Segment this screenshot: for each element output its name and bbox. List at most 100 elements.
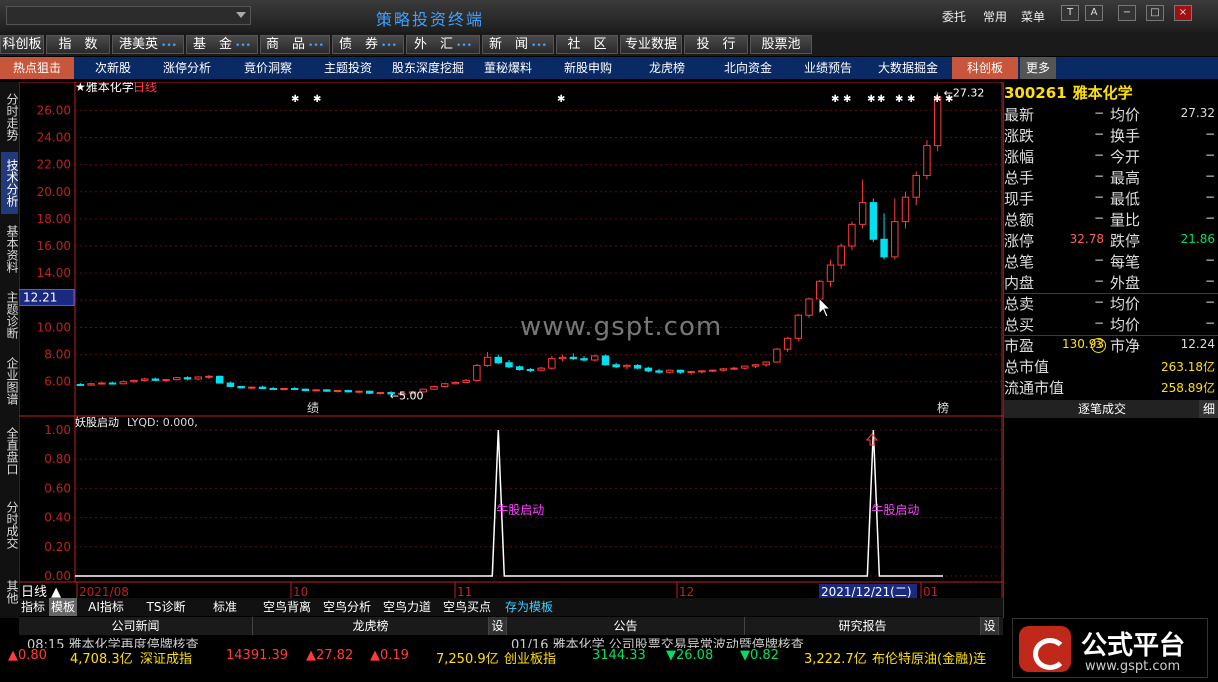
quote-label: 内盘 — [1004, 274, 1035, 292]
quote-label: 总市值 — [1004, 358, 1050, 376]
tab-technical[interactable]: 技术分析 — [1, 152, 19, 214]
candle-body — [258, 386, 267, 390]
tab-other[interactable]: 其他 — [1, 572, 19, 612]
menu-bond[interactable]: 债 券 ••• — [332, 35, 404, 54]
quote-value: 32.78 — [1069, 232, 1104, 246]
chevron-down-icon[interactable] — [236, 12, 246, 18]
feature-bar: 热点狙击 次新股 涨停分析 竟价洞察 主题投资 股东深度挖掘 董秘爆料 新股申购… — [0, 57, 1218, 79]
menu-kcb[interactable]: 科创板 — [0, 35, 44, 54]
tab-ipo[interactable]: 新股申购 — [548, 57, 628, 79]
menu-news[interactable]: 新 闻 ••• — [482, 35, 554, 54]
tab-buy-point[interactable]: 空鸟买点 — [439, 598, 495, 616]
tab-kcb[interactable]: 科创板 — [952, 57, 1018, 79]
star-marker: ✱ — [831, 94, 839, 105]
maximize-icon[interactable]: □ — [1146, 5, 1164, 21]
menu-forex[interactable]: 外 汇 ••• — [406, 35, 480, 54]
tab-strength[interactable]: 空鸟力道 — [379, 598, 435, 616]
tab-ai-indicator[interactable]: AI指标 — [83, 598, 129, 616]
announcement-item[interactable]: 01/16 雅本化学 公司股票交易异常波动暨停牌核查 — [511, 636, 804, 648]
text-icon[interactable]: T — [1061, 5, 1079, 21]
tab-analysis[interactable]: 空鸟分析 — [319, 598, 375, 616]
menu-stock-pool[interactable]: 股票池 — [750, 35, 812, 54]
x-tick-label: 2021/08 — [79, 585, 129, 599]
detail-toggle[interactable]: 细 — [1199, 400, 1218, 418]
chart-area[interactable]: 6.008.0010.0012.0014.0016.0018.0020.0022… — [19, 82, 1003, 600]
tab-ticks[interactable]: 分时成交 — [1, 490, 19, 560]
tick-list-header[interactable]: 逐笔成交 细 — [1004, 400, 1218, 418]
tab-sub-new[interactable]: 次新股 — [78, 57, 148, 79]
tab-limit-up[interactable]: 涨停分析 — [150, 57, 224, 79]
quote-value: − — [1093, 190, 1104, 204]
tab-fundamentals[interactable]: 基本资料 — [1, 218, 19, 280]
quote-label: 总卖 — [1004, 295, 1035, 313]
candle-body — [280, 388, 288, 391]
tab-intraday[interactable]: 分时走势 — [1, 86, 19, 148]
candle-body — [333, 390, 342, 393]
tab-company-news[interactable]: 公司新闻 — [19, 617, 253, 635]
tab-indicator[interactable]: 指标 — [19, 598, 47, 616]
menu-index[interactable]: 指 数 — [46, 35, 110, 54]
tab-bidding[interactable]: 竟价洞察 — [226, 57, 310, 79]
quote-label: 均价 — [1110, 295, 1141, 313]
research-settings-button[interactable]: 设 — [981, 617, 999, 635]
tab-dragon-tiger[interactable]: 龙虎榜 — [630, 57, 704, 79]
candle-body — [698, 370, 706, 373]
save-template-button[interactable]: 存为模板 — [501, 598, 557, 616]
menu-fund[interactable]: 基 金 ••• — [186, 35, 258, 54]
tab-diagnosis[interactable]: 主题诊断 — [1, 284, 19, 346]
menu-hk-us[interactable]: 港美英 ••• — [112, 35, 184, 54]
news-item[interactable]: 08:15 雅本化学再度停牌核查 — [27, 636, 199, 648]
font-icon[interactable]: A — [1085, 5, 1103, 21]
star-marker: ✱ — [877, 94, 885, 105]
candle-body — [248, 386, 256, 389]
quote-label: 量比 — [1110, 211, 1141, 229]
star-marker: ✱ — [895, 94, 903, 105]
minimize-icon[interactable]: − — [1118, 5, 1136, 21]
tab-depth[interactable]: 全直盘口 — [1, 416, 19, 486]
menu-button[interactable]: 菜单 — [1021, 8, 1045, 25]
tab-company-map[interactable]: 企业图谱 — [1, 350, 19, 412]
ticker-index-name[interactable]: 深证成指 — [140, 648, 192, 667]
common-button[interactable]: 常用 — [983, 8, 1007, 25]
tab-northbound[interactable]: 北向资金 — [706, 57, 790, 79]
candle-body — [173, 377, 181, 381]
ticker-index-name[interactable]: 创业板指 — [504, 648, 556, 667]
tab-theme[interactable]: 主题投资 — [312, 57, 384, 79]
more-dots-icon: ••• — [381, 41, 397, 51]
tab-bigdata[interactable]: 大数据掘金 — [866, 57, 950, 79]
tab-lhb-news[interactable]: 龙虎榜 — [253, 617, 489, 635]
menu-pro-data[interactable]: 专业数据 — [620, 35, 682, 54]
tab-ts-diagnosis[interactable]: TS诊断 — [143, 598, 189, 616]
menu-community[interactable]: 社 区 — [556, 35, 618, 54]
tab-research[interactable]: 研究报告 — [745, 617, 981, 635]
ticker-value: ▲0.80 — [8, 648, 47, 663]
candle-body — [183, 377, 192, 380]
candle-body — [237, 385, 245, 389]
menu-ib[interactable]: 投 行 — [684, 35, 748, 54]
close-icon[interactable]: × — [1174, 5, 1192, 21]
trade-button[interactable]: 委托 — [942, 8, 966, 25]
ticker-turnover: 3,222.7亿 — [804, 652, 867, 667]
quote-label: 现手 — [1004, 190, 1035, 208]
main-menu: 科创板 指 数 港美英 ••• 基 金 ••• 商 品 ••• 债 券 ••• 外 汇 •… — [0, 32, 1218, 56]
candle-body — [612, 364, 620, 368]
tab-secretary[interactable]: 董秘爆料 — [472, 57, 544, 79]
quote-label: 市净 — [1110, 337, 1141, 355]
search-combo[interactable] — [6, 6, 251, 25]
candle-body — [290, 388, 299, 391]
tab-shareholder[interactable]: 股东深度挖掘 — [386, 57, 470, 79]
quote-value: − — [1204, 148, 1215, 162]
candle-body — [194, 376, 202, 380]
tab-hot-snipe[interactable]: 热点狙击 — [0, 57, 74, 79]
tab-earnings[interactable]: 业绩预告 — [792, 57, 864, 79]
menu-commodity[interactable]: 商 品 ••• — [260, 35, 330, 54]
tab-announcement[interactable]: 公告 — [507, 617, 745, 635]
x-tick-label: 10 — [293, 585, 308, 599]
tab-more[interactable]: 更多 — [1020, 57, 1056, 79]
news-settings-button[interactable]: 设 — [489, 617, 507, 635]
candle-body — [869, 202, 878, 240]
ticker-futures[interactable]: 布伦特原油(金融)连 — [872, 648, 986, 667]
tab-divergence[interactable]: 空鸟背离 — [259, 598, 315, 616]
tab-template[interactable]: 模板 — [49, 598, 77, 616]
tab-standard[interactable]: 标准 — [205, 598, 245, 616]
